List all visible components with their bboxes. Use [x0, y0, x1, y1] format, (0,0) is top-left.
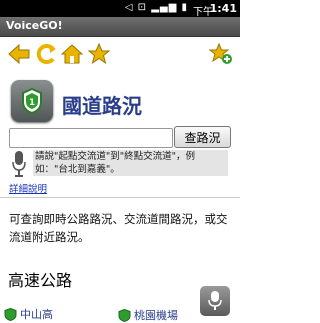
- description-text: 可查詢即時公路路況、交流道間路況，或交流道附近路況。: [9, 212, 228, 244]
- road-label: 桃園機場: [134, 309, 178, 322]
- add-favorite-icon[interactable]: [208, 41, 234, 67]
- status-icons: ◁ ⊡ ▂▄▆ ▮: [124, 2, 188, 13]
- page-title: 國道路況: [62, 94, 142, 118]
- microphone-icon[interactable]: [12, 150, 26, 178]
- home-icon[interactable]: [59, 41, 85, 67]
- national-highway-logo-icon: 1: [11, 80, 53, 122]
- search-input[interactable]: [9, 128, 173, 148]
- road-item-taoyuan[interactable]: 桃園機場: [118, 307, 178, 323]
- highway-shield-icon: [4, 307, 17, 321]
- refresh-icon[interactable]: [33, 41, 59, 67]
- star-icon[interactable]: [86, 41, 112, 67]
- status-bar: ◁ ⊡ ▂▄▆ ▮ 下午 1:41: [0, 0, 240, 18]
- svg-text:1: 1: [29, 98, 35, 108]
- detail-instructions-link[interactable]: 詳細說明: [9, 181, 47, 195]
- search-traffic-button[interactable]: 查路況: [174, 126, 231, 148]
- page-header: 1 國道路況: [8, 78, 228, 128]
- divider: [0, 197, 240, 198]
- back-arrow-icon[interactable]: [6, 41, 32, 67]
- toolbar: [0, 37, 240, 71]
- voice-input-button[interactable]: [200, 286, 230, 316]
- status-time: 1:41: [209, 2, 237, 15]
- section-title-highway: 高速公路: [8, 271, 73, 290]
- microphone-icon: [208, 291, 222, 310]
- app-title: VoiceGO!: [6, 19, 63, 32]
- app-title-bar: VoiceGO!: [0, 17, 240, 37]
- voice-hint-text: 請說"起點交流道"到"終點交流道"，例如："台北到嘉義"。: [33, 150, 228, 176]
